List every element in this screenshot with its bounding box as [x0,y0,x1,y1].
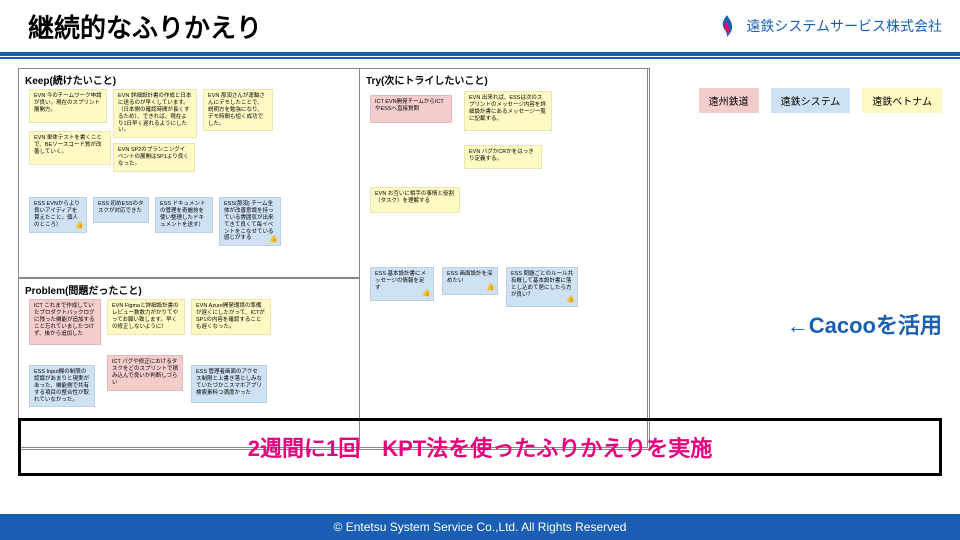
sticky-note: EVN Figmaと詳細設計書のレビュー数数力がかりてやってお願い致します。早く… [107,299,185,335]
sticky-note: EVN 詳細設計書の作成と日本に送るのが早くしています。（日本側の確認時間が長く… [113,89,197,138]
main-area: Keep(続けたいこと) EVN 今のチームワーク申請が良い。現在のスプリント展… [18,68,942,476]
sticky-note: EVN 出来れば、ESSは次のスプリントのメッセージ内容を詳細設計書にあるメッセ… [464,91,552,131]
sticky-note: ESS 画面設計を深めたい👍 [442,267,498,295]
company-logo-block: 遠鉄システムサービス株式会社 [714,13,942,39]
legend-tag: 遠州鉄道 [699,88,759,113]
page-title: 継続的なふりかえり [28,8,714,45]
sticky-note: ESS EVNからより良いアイディアを貰えたこと。個人のところ）👍 [29,197,87,233]
summary-text: 2週間に1回 KPT法を使ったふりかえりを実施 [31,431,929,463]
thumbs-up-icon: 👍 [75,222,84,231]
thumbs-up-icon: 👍 [486,284,495,293]
sticky-note: ESS 管理者画面のアクセス制限と上書き落としみなていたづかこスマホアプリ検索素… [191,365,267,403]
summary-box: 2週間に1回 KPT法を使ったふりかえりを実施 [18,418,942,476]
sticky-note: ICT EVN開発チームからICTやESSへ直接質問 [370,95,452,123]
sticky-note: ICT バグや修正におけるタスクをどのスプリントで積み込んで良いか判断しづらい [107,355,183,391]
thumbs-up-icon: 👍 [269,236,278,245]
sticky-note: ESS 基本設計書にメッセージの情報を足す👍 [370,267,434,301]
sticky-note: EVN 今のチームワーク申請が良い。現在のスプリント展開方。 [29,89,107,123]
legend-tag: 遠鉄ベトナム [862,88,942,113]
sticky-note: EVN SP2のプランニングイベントの展開はSP1より良くなった。 [113,143,195,172]
sticky-note: ICT これまで作成していたプロダクトバックログに残った機能が追加すること忘れて… [29,299,101,345]
slide-footer: © Entetsu System Service Co.,Ltd. All Ri… [0,514,960,540]
sticky-note: EVN Azure開発環境の準備が遅くにしたがって、ICTがSP1の内容を確認す… [191,299,271,335]
flame-logo-icon [714,13,740,39]
sticky-note: EVN お互いに相手の事情と役割（タスク）を理解する [370,187,460,213]
sticky-note: EVN 単体テストを書くことで、BEソースコード質が改善していく。 [29,131,111,165]
section-try: Try(次にトライしたいこと) ICT EVN開発チームからICTやESSへ直接… [359,68,650,450]
thumbs-up-icon: 👍 [566,296,575,305]
thumbs-up-icon: 👍 [422,290,431,299]
slide-header: 継続的なふりかえり 遠鉄システムサービス株式会社 [0,0,960,56]
sticky-note: ESS Input欄の制限の認識があまりと現実があった、機能側で共有する項目の整… [29,365,95,407]
sticky-note: ESS ドキュメントの管理を奇麗技を使い整理したドキュメントを送す） [155,197,213,233]
company-name: 遠鉄システムサービス株式会社 [746,16,942,36]
sticky-note: ESS 問題ごとのルール共有概して基本設計書に落とし込めて居にしたら方が良い？👍 [506,267,578,307]
cacoo-callout: ←Cacooを活用 [787,308,942,340]
sticky-note: ESS 初めESSのタスクが対応できた [93,197,149,223]
legend-tag: 遠鉄システム [771,88,851,113]
sticky-note: EVN 那須さんが運輸さんにデモしたことで、説明方を勉強になり、デモ時間も短く成… [203,89,273,131]
sticky-note: EVN バグかCRかをはっきり定義する。 [464,145,542,169]
kpt-board: Keep(続けたいこと) EVN 今のチームワーク申請が良い。現在のスプリント展… [18,68,648,448]
legend-tags: 遠州鉄道遠鉄システム遠鉄ベトナム [699,88,942,113]
sticky-note: ESS(那須) チーム全体が改善意識を持っている雰囲気が出来てきて良くて毎イベン… [219,197,281,246]
section-keep: Keep(続けたいこと) EVN 今のチームワーク申請が良い。現在のスプリント展… [18,68,360,278]
